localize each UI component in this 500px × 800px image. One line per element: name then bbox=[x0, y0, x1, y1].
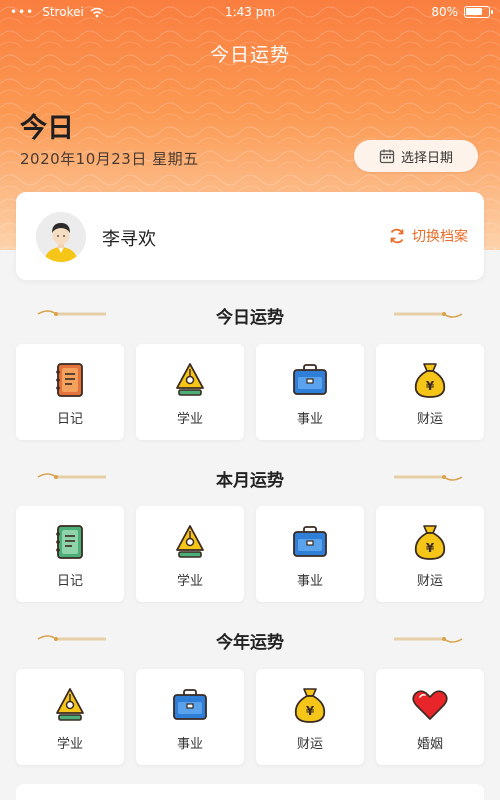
tile-study[interactable]: 学业 bbox=[136, 506, 244, 602]
study-icon bbox=[56, 688, 84, 721]
tile-label: 学业 bbox=[56, 737, 83, 752]
section-grid-year: 学业 事业 ¥ 财运 婚姻 bbox=[16, 669, 484, 765]
heart-icon bbox=[412, 690, 448, 720]
tile-label: 财运 bbox=[296, 737, 323, 752]
battery-icon bbox=[464, 6, 493, 18]
tile-label: 婚姻 bbox=[416, 737, 443, 752]
avatar[interactable] bbox=[36, 212, 86, 262]
career-icon bbox=[293, 364, 327, 395]
refresh-icon bbox=[390, 228, 404, 244]
status-bar: ••• Strokei 1:43 pm 80% bbox=[0, 0, 500, 26]
section-grid-month: 日记 学业 事业 ¥ 财运 bbox=[16, 506, 484, 602]
tile-diary[interactable]: 日记 bbox=[16, 506, 124, 602]
diary-icon bbox=[56, 363, 83, 397]
tile-label: 日记 bbox=[56, 574, 83, 589]
diary-icon bbox=[56, 525, 83, 559]
section-header-year: 今年运势 bbox=[0, 624, 500, 654]
svg-text:¥: ¥ bbox=[426, 379, 435, 393]
section-header-today: 今日运势 bbox=[0, 299, 500, 329]
next-card bbox=[16, 784, 484, 800]
tile-label: 财运 bbox=[416, 574, 443, 589]
section-grid-today: 日记 学业 事业 ¥ 财运 bbox=[16, 344, 484, 440]
tile-label: 事业 bbox=[176, 737, 203, 752]
page-title: 今日运势 bbox=[209, 44, 290, 66]
svg-text:¥: ¥ bbox=[306, 704, 315, 718]
profile-card: 李寻欢 切换档案 bbox=[16, 192, 484, 280]
switch-profile-button[interactable]: 切换档案 bbox=[388, 226, 468, 246]
career-icon bbox=[173, 689, 207, 720]
select-date-button[interactable]: 选择日期 bbox=[354, 140, 478, 172]
right-decoration-icon bbox=[394, 475, 463, 481]
right-decoration-icon bbox=[394, 637, 463, 643]
tile-marriage[interactable]: 婚姻 bbox=[376, 669, 484, 765]
tile-label: 财运 bbox=[416, 412, 443, 427]
career-icon bbox=[293, 526, 327, 557]
tile-study[interactable]: 学业 bbox=[136, 344, 244, 440]
calendar-icon bbox=[379, 149, 395, 164]
tile-career[interactable]: 事业 bbox=[256, 506, 364, 602]
tile-label: 学业 bbox=[176, 412, 203, 427]
battery-percent: 80% bbox=[431, 5, 458, 19]
tile-label: 事业 bbox=[296, 412, 323, 427]
money-bag-icon: ¥ bbox=[294, 688, 326, 723]
user-avatar-icon bbox=[36, 212, 86, 262]
current-date: 2020年10月23日 星期五 bbox=[20, 150, 199, 168]
tile-money[interactable]: ¥ 财运 bbox=[376, 344, 484, 440]
study-icon bbox=[176, 363, 204, 396]
switch-profile-label: 切换档案 bbox=[412, 229, 468, 245]
right-decoration-icon bbox=[394, 312, 463, 318]
today-heading: 今日 bbox=[20, 113, 74, 144]
study-icon bbox=[176, 525, 204, 558]
tile-study[interactable]: 学业 bbox=[16, 669, 124, 765]
svg-text:¥: ¥ bbox=[426, 541, 435, 555]
tile-label: 日记 bbox=[56, 412, 83, 427]
section-header-month: 本月运势 bbox=[0, 462, 500, 492]
tile-money[interactable]: ¥ 财运 bbox=[376, 506, 484, 602]
tile-career[interactable]: 事业 bbox=[256, 344, 364, 440]
profile-name: 李寻欢 bbox=[102, 229, 156, 250]
tile-diary[interactable]: 日记 bbox=[16, 344, 124, 440]
money-bag-icon: ¥ bbox=[414, 525, 446, 560]
select-date-label: 选择日期 bbox=[400, 150, 453, 166]
tile-label: 学业 bbox=[176, 574, 203, 589]
money-bag-icon: ¥ bbox=[414, 363, 446, 398]
tile-money[interactable]: ¥ 财运 bbox=[256, 669, 364, 765]
tile-career[interactable]: 事业 bbox=[136, 669, 244, 765]
tile-label: 事业 bbox=[296, 574, 323, 589]
status-time: 1:43 pm bbox=[224, 5, 276, 19]
